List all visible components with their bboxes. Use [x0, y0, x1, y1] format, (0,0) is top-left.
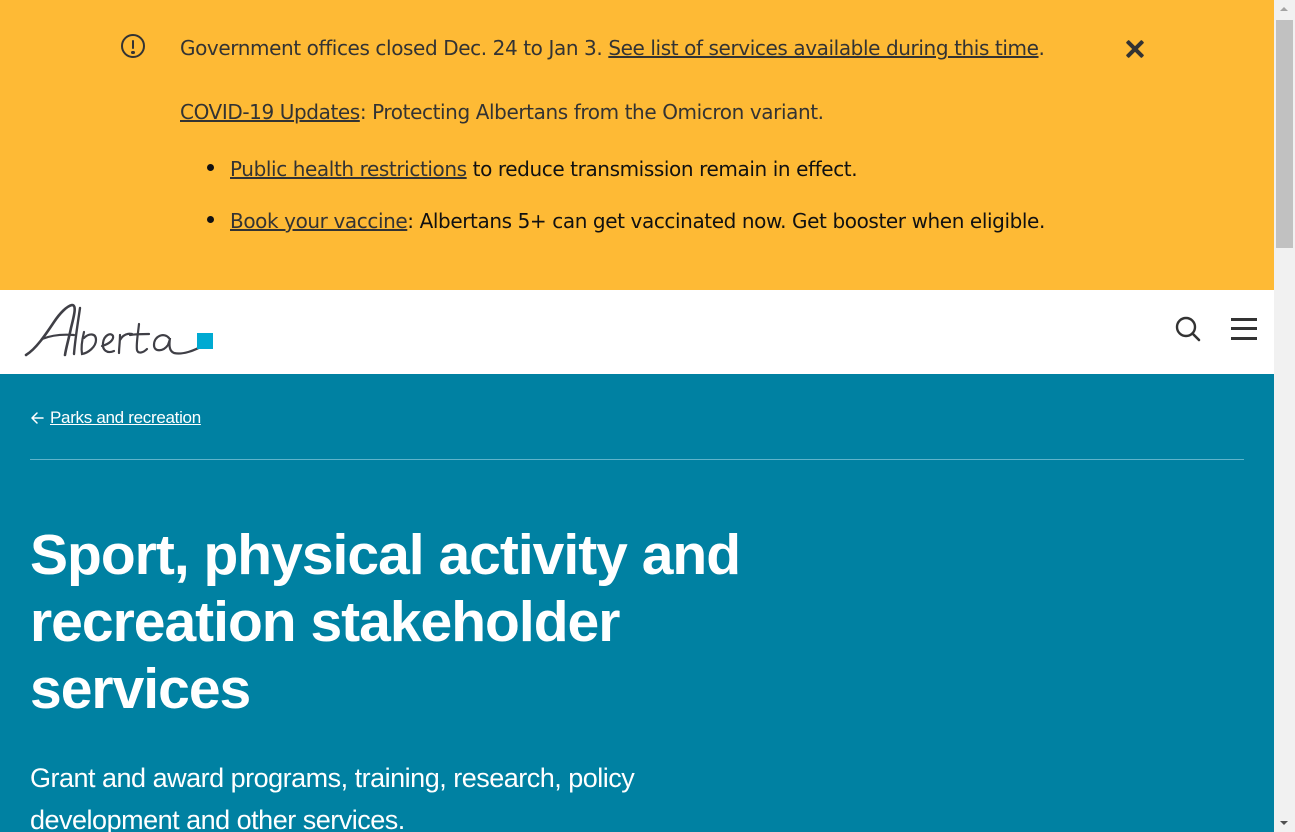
public-health-restrictions-link[interactable]: Public health restrictions: [230, 157, 467, 181]
covid-update-notice: COVID-19 Updates: Protecting Albertans f…: [180, 99, 824, 125]
menu-bar: [1231, 337, 1257, 340]
breadcrumb: Parks and recreation: [50, 407, 201, 429]
scroll-down-arrow-icon[interactable]: [1274, 815, 1295, 832]
restrictions-text: to reduce transmission remain in effect.: [466, 157, 858, 181]
scrollbar[interactable]: [1274, 0, 1295, 832]
notification-banner: Government offices closed Dec. 24 to Jan…: [0, 0, 1274, 290]
close-icon[interactable]: [1122, 36, 1148, 62]
alberta-logo[interactable]: [24, 302, 214, 360]
menu-bar: [1231, 327, 1257, 330]
divider: [30, 459, 1244, 460]
vaccine-text: : Albertans 5+ can get vaccinated now. G…: [407, 209, 1045, 233]
bullet-item-restrictions: Public health restrictions to reduce tra…: [230, 156, 858, 182]
menu-bar: [1231, 318, 1257, 321]
office-closure-notice: Government offices closed Dec. 24 to Jan…: [180, 35, 1045, 61]
arrow-left-icon: [31, 412, 44, 424]
closure-period: .: [1038, 36, 1045, 60]
search-icon[interactable]: [1172, 314, 1202, 344]
covid-update-text: : Protecting Albertans from the Omicron …: [359, 100, 824, 124]
page-title: Sport, physical activity and recreation …: [30, 523, 741, 721]
bullet-dot: [207, 216, 214, 223]
page: Government offices closed Dec. 24 to Jan…: [0, 0, 1274, 832]
closure-text: Government offices closed Dec. 24 to Jan…: [180, 36, 603, 60]
bullet-item-vaccine: Book your vaccine: Albertans 5+ can get …: [230, 208, 1045, 234]
menu-icon[interactable]: [1230, 316, 1260, 344]
book-vaccine-link[interactable]: Book your vaccine: [230, 209, 408, 233]
page-lead: Grant and award programs, training, rese…: [30, 763, 635, 832]
scrollbar-thumb[interactable]: [1276, 20, 1293, 248]
bullet-dot: [207, 164, 214, 171]
services-list-link[interactable]: See list of services available during th…: [608, 36, 1039, 60]
covid-updates-link[interactable]: COVID-19 Updates: [180, 100, 360, 124]
breadcrumb-parks-link[interactable]: Parks and recreation: [50, 408, 201, 427]
scroll-up-arrow-icon[interactable]: [1274, 0, 1295, 17]
alert-circle-icon: [121, 34, 145, 58]
